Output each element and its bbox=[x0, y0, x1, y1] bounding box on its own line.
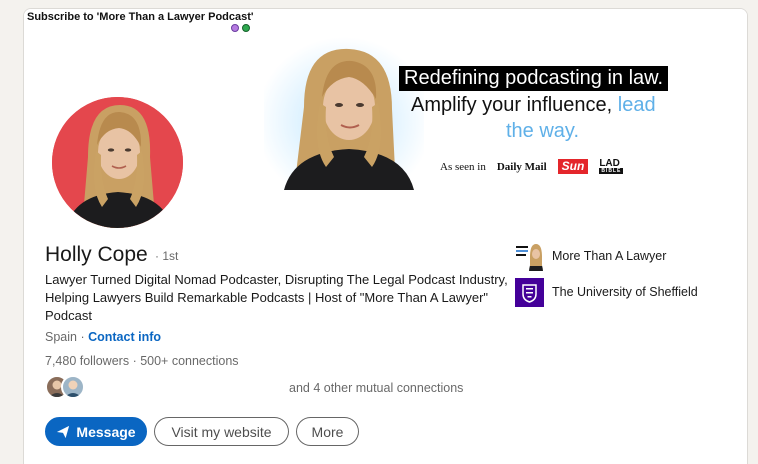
org-item-more-than-a-lawyer[interactable]: More Than A Lawyer bbox=[515, 241, 698, 271]
profile-actions: Message Visit my website More bbox=[45, 417, 359, 446]
location: Spain bbox=[45, 330, 77, 344]
location-row: Spain · Contact info bbox=[45, 330, 161, 344]
banner-tagline-1: Redefining podcasting in law. bbox=[399, 66, 669, 91]
visit-website-button[interactable]: Visit my website bbox=[154, 417, 289, 446]
subscribe-link[interactable]: Subscribe to 'More Than a Lawyer Podcast… bbox=[27, 11, 254, 23]
stats-row: 7,480 followers · 500+ connections bbox=[45, 354, 239, 368]
banner-tagline-2: Amplify your influence, lead bbox=[411, 93, 656, 117]
followers-count: 7,480 followers bbox=[45, 354, 130, 368]
lad-bible-logo-sub: BIBLE bbox=[599, 167, 624, 174]
org-list: More Than A Lawyer The University of She… bbox=[515, 241, 698, 313]
lad-bible-logo-main: LAD bbox=[599, 157, 620, 169]
sun-logo: Sun bbox=[557, 159, 589, 174]
org-name: The University of Sheffield bbox=[552, 285, 698, 299]
mutual-connections-row[interactable]: and 4 other mutual connections bbox=[45, 375, 515, 401]
org-name: More Than A Lawyer bbox=[552, 249, 667, 263]
as-seen-in-row: As seen in Daily Mail Sun LAD BIBLE bbox=[440, 157, 624, 174]
lad-bible-logo: LAD BIBLE bbox=[599, 157, 624, 174]
location-separator: · bbox=[76, 330, 89, 344]
connections-count[interactable]: · 500+ connections bbox=[133, 354, 239, 368]
profile-name: Holly Cope bbox=[45, 243, 148, 266]
banner-tagline-2-main: Amplify your influence, bbox=[411, 94, 613, 116]
connection-degree: · 1st bbox=[155, 249, 179, 263]
subscribe-dots bbox=[231, 24, 250, 32]
mutual-connection-avatar bbox=[61, 375, 85, 399]
daily-mail-logo: Daily Mail bbox=[496, 160, 547, 173]
banner-photo bbox=[264, 37, 424, 190]
contact-info-link[interactable]: Contact info bbox=[88, 330, 161, 344]
as-seen-in-label: As seen in bbox=[440, 160, 486, 173]
podcast-logo-icon bbox=[515, 241, 544, 271]
green-dot-icon bbox=[242, 24, 250, 32]
profile-card: Subscribe to 'More Than a Lawyer Podcast… bbox=[23, 8, 748, 464]
send-icon bbox=[57, 425, 70, 438]
mutual-connections-text: and 4 other mutual connections bbox=[289, 381, 464, 395]
profile-avatar[interactable] bbox=[48, 93, 187, 232]
message-button-label: Message bbox=[76, 423, 136, 440]
message-button[interactable]: Message bbox=[45, 417, 147, 446]
profile-headline: Lawyer Turned Digital Nomad Podcaster, D… bbox=[45, 272, 508, 323]
banner-tagline-2-highlight: lead bbox=[617, 94, 656, 116]
org-item-university-of-sheffield[interactable]: The University of Sheffield bbox=[515, 277, 698, 307]
more-button[interactable]: More bbox=[296, 417, 359, 446]
university-crest-icon bbox=[515, 277, 544, 307]
banner-tagline-3: the way. bbox=[506, 120, 579, 142]
purple-dot-icon bbox=[231, 24, 239, 32]
